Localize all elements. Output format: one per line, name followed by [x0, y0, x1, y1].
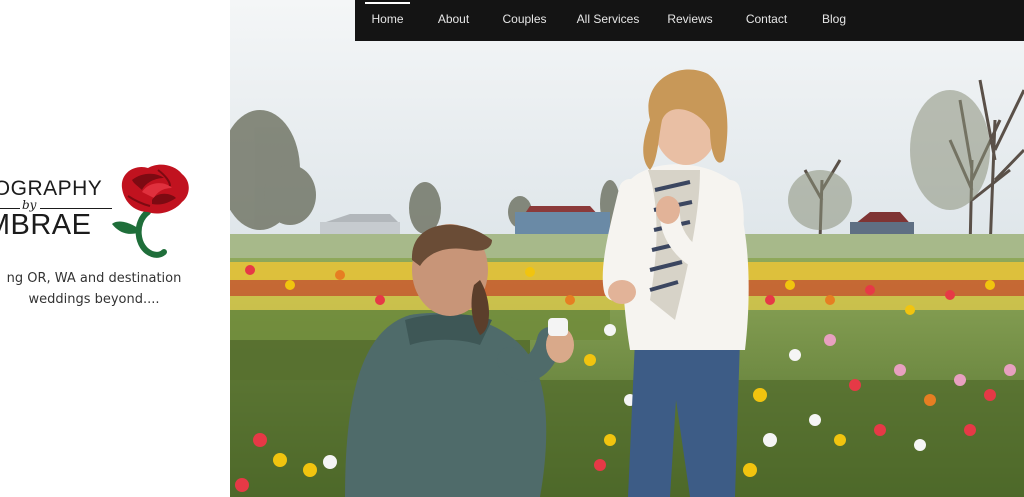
nav-item-reviews[interactable]: Reviews	[662, 0, 718, 41]
tagline-line-2: weddings beyond....	[28, 292, 160, 307]
hero-photo	[230, 0, 1024, 497]
tagline-line-1: ng OR, WA and destination	[6, 271, 182, 286]
site-logo[interactable]: OTOGRAPHY by AMBRAE	[0, 160, 222, 260]
logo-text-name: AMBRAE	[0, 209, 92, 241]
rose-icon	[112, 164, 189, 258]
left-sidebar: OTOGRAPHY by AMBRAE ng OR, WA and destin…	[0, 0, 222, 497]
nav-item-couples[interactable]: Couples	[498, 0, 551, 41]
nav-item-blog[interactable]: Blog	[815, 0, 853, 41]
nav-item-contact[interactable]: Contact	[739, 0, 794, 41]
logo-text-photography: OTOGRAPHY	[0, 177, 103, 200]
nav-item-all-services[interactable]: All Services	[574, 0, 642, 41]
hero-image	[230, 0, 1024, 497]
tagline: ng OR, WA and destination weddings beyon…	[0, 268, 214, 310]
nav-item-home[interactable]: Home	[365, 0, 410, 41]
main-navigation: Home About Couples All Services Reviews …	[355, 0, 1024, 41]
nav-item-about[interactable]: About	[431, 0, 476, 41]
